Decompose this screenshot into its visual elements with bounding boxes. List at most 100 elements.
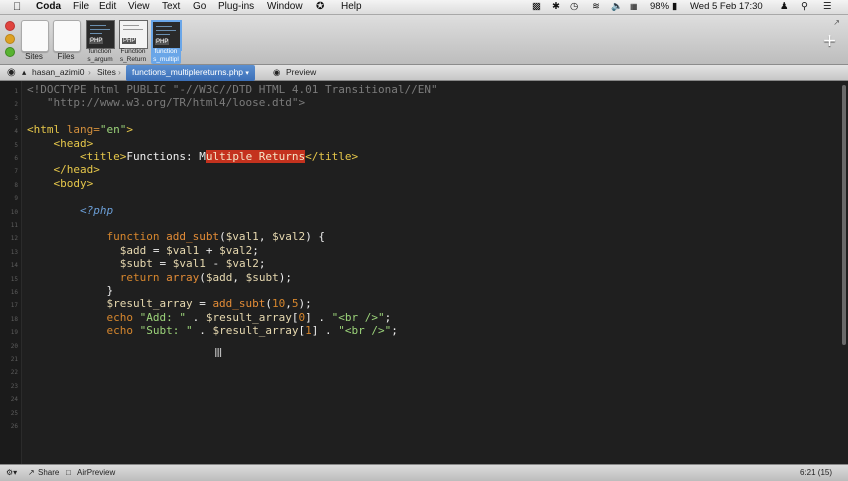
code-token: ] .	[311, 324, 339, 338]
code-line: <?php	[27, 204, 113, 217]
files-label: Files	[57, 52, 75, 61]
code-token: $subt	[245, 270, 279, 284]
share-button[interactable]: Share	[38, 465, 59, 481]
code-line: "http://www.w3.org/TR/html4/loose.dtd">	[27, 96, 305, 109]
vertical-scrollbar[interactable]	[842, 85, 846, 345]
script-menu-icon[interactable]: ✪	[316, 0, 324, 14]
php-badge: PHP	[155, 39, 170, 45]
tab-thumbnail[interactable]: PHP	[86, 20, 115, 49]
user-icon[interactable]: ♟	[780, 0, 789, 14]
code-editor[interactable]: 1 2 3 4 5 6 7 8 9 10 11 12 13 14 15 16 17 18 19 20 21 22 23 24 2…	[0, 81, 848, 464]
preview-toggle-icon[interactable]: ◉	[7, 65, 16, 80]
apple-icon[interactable]: 	[13, 0, 21, 14]
line-number: 23	[10, 382, 18, 390]
minimize-window-button[interactable]	[5, 34, 15, 44]
line-number: 2	[14, 101, 18, 109]
line-number: 24	[10, 396, 18, 404]
airpreview-button[interactable]: AirPreview	[77, 465, 115, 481]
search-highlight: ultiple Returns	[205, 150, 306, 163]
gear-icon[interactable]: ⚙▾	[6, 465, 17, 481]
code-token: $result_array	[212, 324, 299, 338]
breadcrumb-file[interactable]: functions_multiplereturns.php ▾	[126, 65, 255, 81]
tab-caption: Function s_Return	[119, 48, 147, 63]
spotlight-icon[interactable]: ⚲	[801, 0, 808, 14]
code-token: ;	[384, 310, 392, 324]
sites-button[interactable]	[21, 20, 49, 52]
code-token: Functions: M	[126, 150, 206, 163]
time-machine-icon[interactable]: ◷	[570, 0, 578, 14]
code-line: echo "Add: " . $result_array[0] . "<br /…	[27, 311, 391, 324]
code-token: =	[152, 243, 167, 257]
code-token: <?php	[27, 203, 114, 217]
menu-file[interactable]: File	[73, 0, 89, 14]
display-icon[interactable]: ▩	[532, 0, 541, 14]
breadcrumb-sites[interactable]: Sites	[97, 65, 116, 80]
close-window-button[interactable]	[5, 21, 15, 31]
tab-thumbnail-active[interactable]: PHP	[151, 20, 182, 51]
code-token: >	[126, 123, 133, 137]
menu-help[interactable]: Help	[341, 0, 362, 14]
clock[interactable]: Wed 5 Feb 17:30	[690, 0, 763, 14]
tab-thumbnail[interactable]: PHP	[119, 20, 148, 49]
input-flag-icon[interactable]: ▦	[630, 0, 638, 14]
code-line: echo "Subt: " . $result_array[1] . "<br …	[27, 324, 398, 338]
code-token: $val2	[225, 257, 259, 271]
files-button[interactable]	[53, 20, 81, 52]
menu-text[interactable]: Text	[162, 0, 180, 14]
code-token: "<br />"	[331, 310, 385, 324]
code-token: $result_array	[27, 297, 200, 311]
code-line: $subt = $val1 - $val2;	[27, 257, 266, 271]
line-number: 14	[10, 262, 18, 270]
notification-center-icon[interactable]: ☰	[823, 0, 832, 14]
code-token: $val1	[225, 230, 259, 244]
code-token: ,	[232, 270, 246, 284]
code-token: <html	[27, 123, 67, 137]
code-token: add_subt	[166, 230, 220, 244]
menu-go[interactable]: Go	[193, 0, 206, 14]
user-icon: ▴	[22, 67, 27, 77]
code-token: ;	[258, 257, 266, 271]
code-token: ) {	[305, 230, 326, 244]
code-token: =	[159, 257, 173, 271]
menu-edit[interactable]: Edit	[99, 0, 116, 14]
menu-app-name[interactable]: Coda	[36, 0, 61, 14]
bluetooth-icon[interactable]: ✱	[552, 0, 560, 14]
add-tab-button[interactable]: +	[823, 28, 836, 54]
menu-view[interactable]: View	[128, 0, 150, 14]
line-number: 20	[10, 342, 18, 350]
eye-icon: ◉	[273, 67, 281, 77]
menu-window[interactable]: Window	[267, 0, 303, 14]
line-number: 21	[10, 356, 18, 363]
line-number: 4	[14, 128, 18, 136]
status-bar: ⚙▾ ↗ Share □ AirPreview 6:21 (15)	[0, 464, 848, 481]
code-token: $val1	[172, 257, 213, 271]
tab-caption-active: function s_multipl	[151, 48, 181, 64]
breadcrumb-user[interactable]: hasan_azimi0	[32, 65, 84, 80]
code-token: ;	[391, 324, 398, 338]
preview-button[interactable]: Preview	[286, 65, 316, 80]
php-badge: PHP	[89, 38, 104, 44]
line-number: 8	[14, 181, 18, 189]
code-line: $add = $val1 + $val2;	[27, 244, 259, 257]
code-token: <title>	[27, 150, 127, 163]
code-token: "Add: "	[139, 310, 193, 324]
volume-icon[interactable]: 🔈	[611, 0, 623, 14]
code-token: $subt	[27, 257, 160, 271]
cursor-position: 6:21 (15)	[800, 468, 833, 477]
battery-icon: ▮	[672, 1, 678, 12]
code-token: $add	[205, 270, 233, 284]
battery-percent[interactable]: 98%	[650, 0, 669, 14]
line-number: 1	[14, 88, 18, 95]
line-number: 11	[10, 222, 18, 229]
code-token: "<br />"	[338, 324, 392, 338]
text-cursor-icon: Ⅲ	[214, 346, 223, 360]
line-number: 15	[10, 275, 18, 283]
code-token: $val1	[166, 243, 206, 257]
code-token: array	[166, 270, 200, 284]
code-token: $val2	[219, 243, 253, 257]
fullscreen-icon[interactable]: ↗	[833, 18, 840, 27]
code-line: function add_subt($val1, $val2) {	[27, 230, 325, 243]
menu-plugins[interactable]: Plug-ins	[218, 0, 254, 14]
wifi-icon[interactable]: ≋	[592, 0, 600, 14]
code-token: ;	[252, 243, 259, 257]
